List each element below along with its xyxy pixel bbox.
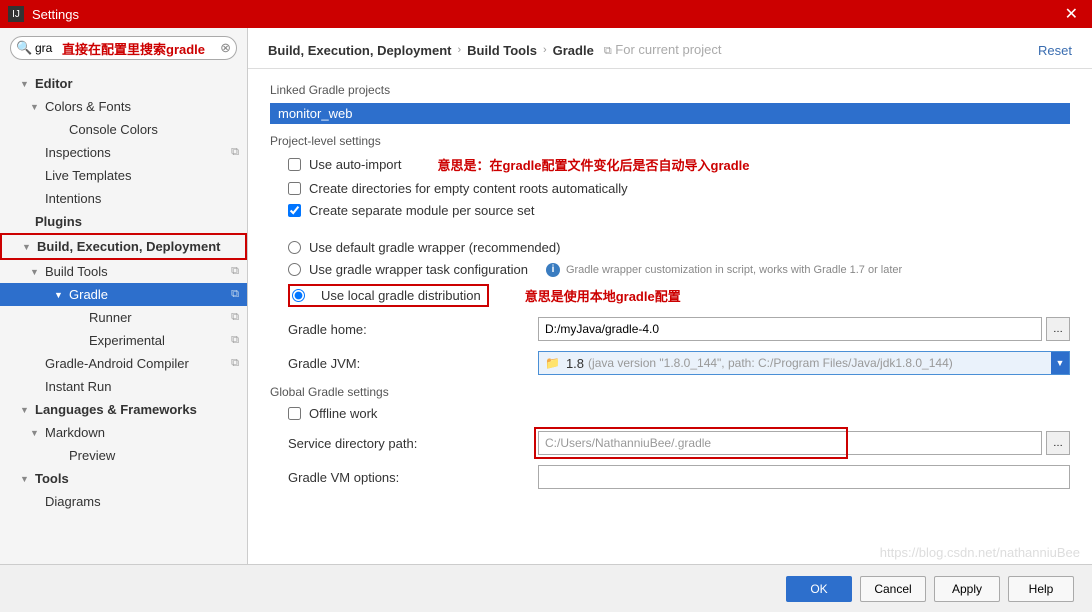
annotation-local: 意思是使用本地gradle配置: [525, 286, 681, 305]
scope-hint: ⧉ For current project: [604, 42, 722, 58]
content-panel: Build, Execution, Deployment › Build Too…: [248, 28, 1092, 564]
title-bar: IJ Settings ✕: [0, 0, 1092, 28]
service-path-label: Service directory path:: [270, 436, 538, 451]
sidebar: 🔍 ⊗ 直接在配置里搜索gradle ▼Editor ▼Colors & Fon…: [0, 28, 248, 564]
global-settings-label: Global Gradle settings: [270, 385, 1070, 399]
apply-button[interactable]: Apply: [934, 576, 1000, 602]
task-wrapper-radio[interactable]: [288, 263, 301, 276]
gradle-jvm-select[interactable]: 📁 1.8 (java version "1.8.0_144", path: C…: [538, 351, 1070, 375]
tree-gradle-android[interactable]: Gradle-Android Compiler⧉: [0, 352, 247, 375]
scope-icon: ⧉: [604, 45, 612, 57]
auto-import-row: Use auto-import 意思是：在gradle配置文件变化后是否自动导入…: [270, 155, 1070, 174]
tree-tools[interactable]: ▼Tools: [0, 467, 247, 490]
reset-link[interactable]: Reset: [1038, 43, 1072, 58]
window-title: Settings: [32, 7, 1059, 22]
scope-icon: ⧉: [231, 357, 239, 370]
scope-icon: ⧉: [231, 288, 239, 301]
local-distribution-highlight: Use local gradle distribution: [288, 284, 489, 307]
tree-build-execution-deployment[interactable]: ▼Build, Execution, Deployment: [0, 233, 247, 260]
vm-options-input[interactable]: [538, 465, 1070, 489]
offline-work-checkbox[interactable]: [288, 407, 301, 420]
chevron-right-icon: ›: [457, 44, 461, 56]
tree-intentions[interactable]: Intentions: [0, 187, 247, 210]
auto-import-checkbox[interactable]: [288, 158, 301, 171]
default-wrapper-radio[interactable]: [288, 241, 301, 254]
close-icon[interactable]: ✕: [1059, 4, 1084, 24]
chevron-right-icon: ›: [543, 44, 547, 56]
app-logo-icon: IJ: [8, 6, 24, 22]
breadcrumb-item[interactable]: Build Tools: [467, 43, 537, 58]
tree-console-colors[interactable]: Console Colors: [0, 118, 247, 141]
scope-icon: ⧉: [231, 146, 239, 159]
clear-search-icon[interactable]: ⊗: [220, 40, 231, 56]
search-input[interactable]: [10, 36, 237, 60]
tree-diagrams[interactable]: Diagrams: [0, 490, 247, 513]
tree-markdown[interactable]: ▼Markdown: [0, 421, 247, 444]
create-module-checkbox[interactable]: [288, 204, 301, 217]
tree-gradle[interactable]: ▼Gradle⧉: [0, 283, 247, 306]
wrapper-info-text: Gradle wrapper customization in script, …: [566, 264, 902, 276]
tree-runner[interactable]: Runner⧉: [0, 306, 247, 329]
scope-icon: ⧉: [231, 311, 239, 324]
chevron-down-icon: ▼: [30, 267, 42, 277]
info-icon: i: [546, 263, 560, 277]
local-distribution-radio[interactable]: [292, 289, 305, 302]
chevron-down-icon: ▼: [30, 102, 42, 112]
tree-instant-run[interactable]: Instant Run: [0, 375, 247, 398]
service-path-input[interactable]: [538, 431, 1042, 455]
breadcrumb-item: Gradle: [553, 43, 594, 58]
content-header: Build, Execution, Deployment › Build Too…: [248, 28, 1092, 69]
search-icon: 🔍: [16, 40, 32, 56]
project-level-label: Project-level settings: [270, 134, 1070, 148]
folder-icon: 📁: [545, 356, 560, 370]
chevron-down-icon: ▼: [20, 474, 32, 484]
tree-experimental[interactable]: Experimental⧉: [0, 329, 247, 352]
scope-icon: ⧉: [231, 265, 239, 278]
breadcrumb: Build, Execution, Deployment › Build Too…: [268, 42, 722, 58]
tree-editor[interactable]: ▼Editor: [0, 72, 247, 95]
cancel-button[interactable]: Cancel: [860, 576, 926, 602]
chevron-down-icon: ▼: [30, 428, 42, 438]
ok-button[interactable]: OK: [786, 576, 852, 602]
annotation-auto-import: 意思是：在gradle配置文件变化后是否自动导入gradle: [437, 155, 749, 174]
scope-icon: ⧉: [231, 334, 239, 347]
tree-live-templates[interactable]: Live Templates: [0, 164, 247, 187]
vm-options-label: Gradle VM options:: [270, 470, 538, 485]
gradle-home-browse-button[interactable]: …: [1046, 317, 1070, 341]
breadcrumb-item[interactable]: Build, Execution, Deployment: [268, 43, 451, 58]
linked-project-item[interactable]: monitor_web: [270, 103, 1070, 124]
tree-plugins[interactable]: Plugins: [0, 210, 247, 233]
chevron-down-icon: ▼: [20, 405, 32, 415]
tree-colors-fonts[interactable]: ▼Colors & Fonts: [0, 95, 247, 118]
tree-inspections[interactable]: Inspections⧉: [0, 141, 247, 164]
gradle-home-label: Gradle home:: [270, 322, 538, 337]
tree-build-tools[interactable]: ▼Build Tools⧉: [0, 260, 247, 283]
help-button[interactable]: Help: [1008, 576, 1074, 602]
linked-projects-label: Linked Gradle projects: [270, 83, 1070, 97]
chevron-down-icon: ▼: [20, 79, 32, 89]
create-dirs-checkbox[interactable]: [288, 182, 301, 195]
gradle-home-input[interactable]: [538, 317, 1042, 341]
tree-languages-frameworks[interactable]: ▼Languages & Frameworks: [0, 398, 247, 421]
chevron-down-icon: ▼: [54, 290, 66, 300]
service-path-browse-button[interactable]: …: [1046, 431, 1070, 455]
chevron-down-icon: ▼: [22, 242, 34, 252]
dialog-footer: OK Cancel Apply Help: [0, 564, 1092, 612]
chevron-down-icon: ▼: [1051, 352, 1069, 374]
tree-preview[interactable]: Preview: [0, 444, 247, 467]
gradle-jvm-label: Gradle JVM:: [270, 356, 538, 371]
settings-tree: ▼Editor ▼Colors & Fonts Console Colors I…: [0, 68, 247, 517]
